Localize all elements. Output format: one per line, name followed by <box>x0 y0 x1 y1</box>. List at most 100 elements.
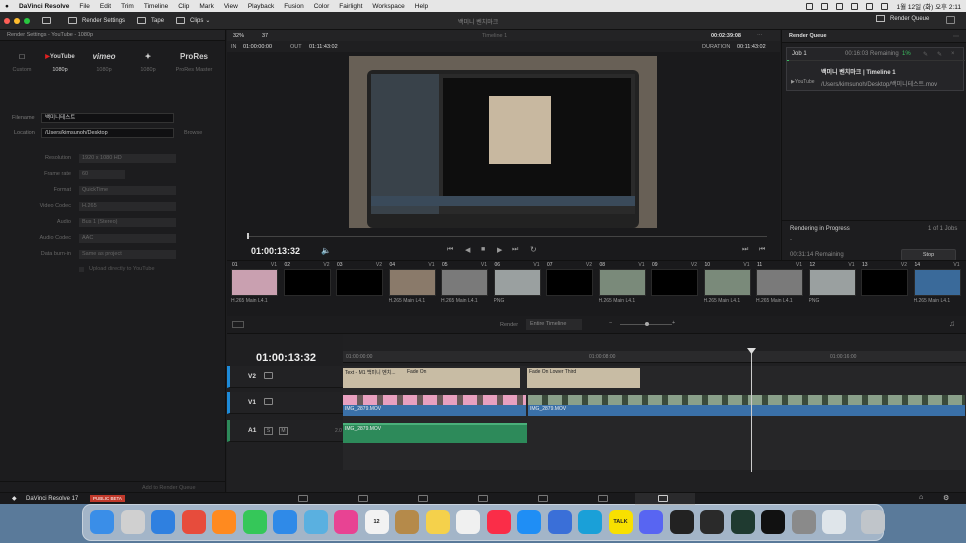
menu-mark[interactable]: Mark <box>199 3 213 10</box>
stop-icon[interactable]: ■ <box>481 246 485 253</box>
preset-prores[interactable]: ProRes ProRes Master <box>174 50 214 73</box>
system-preferences-icon[interactable] <box>791 510 816 534</box>
video-codec-select[interactable]: H.265 <box>79 202 176 211</box>
menu-app[interactable]: DaVinci Resolve <box>19 3 69 10</box>
prev-clip-icon[interactable]: ⏭ <box>742 246 748 254</box>
status-icon[interactable] <box>820 2 828 10</box>
format-select[interactable]: QuickTime <box>79 186 176 195</box>
menu-playback[interactable]: Playback <box>248 3 274 10</box>
timeline-view-icon[interactable] <box>232 321 244 328</box>
render-settings-button[interactable]: Render Settings <box>68 17 125 24</box>
davinci-resolve-icon[interactable] <box>700 510 724 534</box>
preview-icon[interactable] <box>822 510 846 534</box>
page-deliver-icon[interactable] <box>658 495 668 502</box>
maps-icon[interactable] <box>303 510 328 534</box>
safari-icon[interactable] <box>151 510 175 534</box>
menu-fusion[interactable]: Fusion <box>284 3 304 10</box>
audio-codec-select[interactable]: AAC <box>79 234 176 243</box>
playhead-line[interactable] <box>751 350 752 472</box>
settings-gear-icon[interactable]: ⚙ <box>943 494 949 502</box>
page-edit-icon[interactable] <box>418 495 428 502</box>
jump-start-icon[interactable]: ⏮ <box>447 246 453 254</box>
timeline-ruler[interactable]: 01:00:00:00 01:00:08:00 01:00:16:00 <box>343 351 966 363</box>
app-icon[interactable] <box>578 510 602 534</box>
kakaotalk-icon[interactable]: TALK <box>608 510 633 534</box>
clip-thumbnail[interactable]: 11 V1 H.265 Main L4.1 <box>754 261 805 311</box>
page-color-icon[interactable] <box>538 495 548 502</box>
page-fairlight-icon[interactable] <box>598 495 608 502</box>
app-icon[interactable] <box>669 510 694 534</box>
track-monitor-icon[interactable] <box>264 372 273 379</box>
render-queue-toggle[interactable]: Render Queue <box>876 15 929 22</box>
clip-thumbnail[interactable]: 03 V2 <box>334 261 385 311</box>
mail-icon[interactable] <box>273 510 297 534</box>
timeline-name[interactable]: Timeline 1 <box>482 33 507 39</box>
browse-button[interactable]: Browse <box>184 130 202 136</box>
status-icon[interactable] <box>805 2 813 10</box>
play-reverse-icon[interactable]: ◀ <box>465 246 470 254</box>
volume-icon[interactable]: 🔈 <box>321 246 331 255</box>
framerate-select[interactable]: 60 <box>79 170 125 179</box>
delete-job-icon[interactable]: × <box>951 51 955 57</box>
a1-audio-clip[interactable]: IMG_2879.MOV <box>343 423 527 443</box>
add-to-render-queue-button[interactable]: Add to Render Queue <box>142 485 196 491</box>
media-pool-button[interactable] <box>42 17 56 24</box>
page-media-icon[interactable] <box>298 495 308 502</box>
clip-thumbnail[interactable]: 10 V1 H.265 Main L4.1 <box>702 261 753 311</box>
clip-thumbnail[interactable]: 05 V1 H.265 Main L4.1 <box>439 261 490 311</box>
clip-thumbnail[interactable]: 12 V1 PNG <box>807 261 858 311</box>
menu-workspace[interactable]: Workspace <box>372 3 404 10</box>
terminal-icon[interactable] <box>761 510 785 534</box>
track-monitor-icon[interactable] <box>264 398 273 405</box>
menu-timeline[interactable]: Timeline <box>144 3 168 10</box>
clip-thumbnail[interactable]: 06 V1 PNG <box>492 261 543 311</box>
fullscreen-icon[interactable] <box>946 16 955 24</box>
zoom-out-icon[interactable]: − <box>609 320 612 326</box>
messages-icon[interactable] <box>242 510 267 534</box>
edit-job-icon[interactable]: ✎ <box>937 51 942 58</box>
clip-thumbnail[interactable]: 04 V1 H.265 Main L4.1 <box>387 261 438 311</box>
app-store-icon[interactable] <box>517 510 541 534</box>
trash-icon[interactable] <box>860 510 885 534</box>
location-input[interactable]: /Users/kimsunoh/Desktop <box>41 128 174 138</box>
track-header-v1[interactable]: V1 <box>227 392 343 414</box>
zoom-slider-handle[interactable] <box>645 322 649 326</box>
launchpad-icon[interactable] <box>120 510 145 534</box>
page-fusion-icon[interactable] <box>478 495 488 502</box>
preset-vimeo[interactable]: vimeo 1080p <box>84 50 124 73</box>
clips-button[interactable]: Clips ⌄ <box>176 17 210 24</box>
menu-trim[interactable]: Trim <box>121 3 134 10</box>
clip-thumbnail[interactable]: 08 V1 H.265 Main L4.1 <box>597 261 648 311</box>
v2-fade-on-clip[interactable]: Fade On <box>405 368 520 388</box>
menu-view[interactable]: View <box>224 3 238 10</box>
firefox-icon[interactable] <box>212 510 236 534</box>
notes-icon[interactable] <box>425 510 450 534</box>
play-icon[interactable]: ▶ <box>497 246 502 254</box>
clip-thumbnail[interactable]: 02 V2 <box>282 261 333 311</box>
discord-icon[interactable] <box>639 510 663 534</box>
clip-thumbnail[interactable]: 07 V2 <box>544 261 595 311</box>
clip-thumbnail[interactable]: 01 V1 H.265 Main L4.1 <box>229 261 280 311</box>
app-icon[interactable] <box>547 510 572 534</box>
music-note-icon[interactable]: ♫ <box>949 319 955 328</box>
apple-icon[interactable]: ● <box>5 3 9 10</box>
menu-clip[interactable]: Clip <box>178 3 189 10</box>
mute-button[interactable]: M <box>279 427 288 435</box>
burn-in-select[interactable]: Same as project <box>79 250 176 259</box>
jump-end-icon[interactable]: ⏭ <box>512 246 518 254</box>
menu-fairlight[interactable]: Fairlight <box>339 3 362 10</box>
home-icon[interactable]: ⌂ <box>919 494 923 501</box>
render-job-card[interactable]: Job 1 00:16:03 Remaining 1% ✎ ✎ × 백미니 벤치… <box>786 47 965 91</box>
scrubber-handle[interactable] <box>247 233 249 239</box>
search-icon[interactable] <box>865 2 873 10</box>
minimize-window-icon[interactable] <box>14 17 20 24</box>
more-icon[interactable]: ⋯ <box>953 33 959 40</box>
control-center-icon[interactable] <box>880 2 888 10</box>
battery-icon[interactable] <box>850 2 858 10</box>
v2-lower-third-clip[interactable]: Fade On Lower Third <box>527 368 640 388</box>
zoom-in-icon[interactable]: + <box>672 320 675 326</box>
job-options-icon[interactable]: ✎ <box>923 51 928 58</box>
loop-icon[interactable]: ↻ <box>530 245 537 254</box>
clip-thumbnail[interactable]: 13 V2 <box>859 261 910 311</box>
zoom-window-icon[interactable] <box>24 17 30 24</box>
